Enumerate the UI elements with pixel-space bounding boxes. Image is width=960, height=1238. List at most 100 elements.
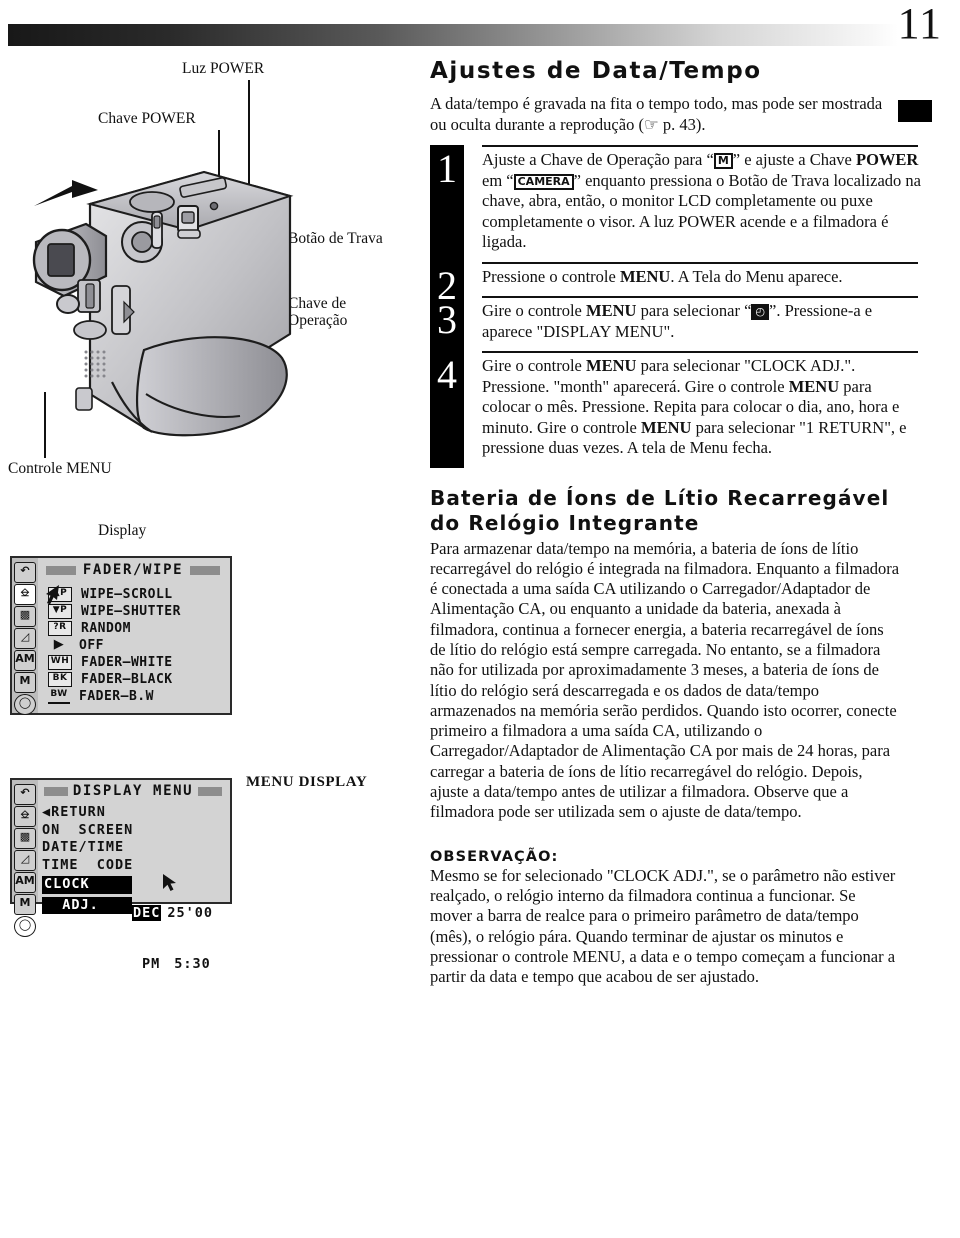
lcd-fader-row-badge: WH bbox=[48, 655, 72, 670]
lcd-display-menu-row: TIME CODE bbox=[42, 856, 134, 873]
video-icon: ◿ bbox=[14, 850, 36, 871]
step1-text-a: Ajuste a Chave de Operação para “ bbox=[482, 150, 714, 169]
step4-bold-menu-1: MENU bbox=[586, 356, 637, 375]
fader-wipe-icon: ⎒ bbox=[14, 584, 36, 605]
camcorder-illustration bbox=[32, 170, 294, 437]
lcd-display-menu-screen: ↶ ⎒ ▩ ◿ AM M ◯ DISPLAY MENU ◀RETURN ON SC… bbox=[10, 778, 232, 972]
lcd-fader-row-label: WIPE–SCROLL bbox=[81, 587, 173, 602]
video-icon: ◿ bbox=[14, 628, 36, 649]
page-title: Ajustes de Data/Tempo bbox=[430, 58, 762, 84]
callout-display: Display bbox=[98, 522, 147, 539]
step-number: 3 bbox=[437, 297, 457, 342]
step2-text-a: Pressione o controle bbox=[482, 266, 620, 286]
lcd-display-menu-rows: ◀RETURN ON SCREEN DATE/TIME TIME CODE bbox=[42, 804, 226, 874]
lcd-fader-row-label: OFF bbox=[79, 638, 104, 653]
lcd-fader-title-text: FADER/WIPE bbox=[82, 562, 184, 578]
camera-icon: ▩ bbox=[14, 606, 36, 627]
step1-text-b: ” e ajuste a Chave bbox=[732, 150, 856, 169]
step1-bold-power: POWER bbox=[856, 150, 919, 169]
clock-time-value: 5:30 bbox=[174, 956, 211, 972]
step-text: Gire o controle MENU para selecionar "CL… bbox=[482, 351, 922, 468]
lcd-fader-row-label: RANDOM bbox=[81, 621, 131, 636]
m-icon: M bbox=[14, 894, 36, 915]
left-illustration-column: Luz POWER Chave POWER Botão de Trava Cha… bbox=[0, 52, 418, 1232]
step3-bold-menu: MENU bbox=[586, 301, 637, 320]
lcd-fader-rows: ▲P WIPE–SCROLL ▼P WIPE–SHUTTER ?R RANDOM ▶ OFF W… bbox=[48, 586, 226, 705]
page-number: 11 bbox=[897, 0, 942, 48]
title-tick-left bbox=[45, 565, 76, 575]
steps-list: 1 Ajuste a Chave de Operação para “M” e … bbox=[430, 145, 928, 468]
step-item: 1 Ajuste a Chave de Operação para “M” e … bbox=[430, 145, 928, 262]
cursor-pointer-icon bbox=[46, 585, 59, 605]
clock-adj-line2: ADJ. bbox=[42, 896, 132, 914]
step2-bold-menu: MENU bbox=[619, 266, 671, 286]
intro-paragraph: A data/tempo é gravada na fita o tempo t… bbox=[430, 94, 883, 134]
step3-text-b: para selecionar “ bbox=[636, 301, 752, 320]
clock-icon: ◯ bbox=[14, 916, 36, 937]
note-body: Mesmo se for selecionado "CLOCK ADJ.", s… bbox=[430, 865, 896, 987]
m-icon: M bbox=[14, 672, 36, 693]
step1-text-c: em “ bbox=[482, 170, 514, 190]
lcd-display-menu-title: DISPLAY MENU bbox=[38, 783, 228, 799]
section-title-battery: Bateria de Íons de Lítio Recarregável do… bbox=[430, 485, 890, 535]
clock-icon: ◯ bbox=[14, 694, 36, 715]
step-divider bbox=[482, 296, 918, 298]
lcd-fader-row: ?R RANDOM bbox=[48, 620, 226, 637]
clock-ampm-value: PM bbox=[142, 956, 161, 972]
clock-adj-line1: CLOCK bbox=[42, 876, 132, 894]
step-item: 4 Gire o controle MENU para selecionar "… bbox=[430, 351, 928, 468]
callout-luz-power: Luz POWER bbox=[182, 60, 265, 77]
clock-menu-icon: ◴ bbox=[751, 304, 770, 320]
step-divider bbox=[482, 351, 918, 353]
title-tick-right bbox=[190, 565, 221, 575]
fader-wipe-icon: ⎒ bbox=[14, 806, 36, 827]
step-item: 2 Pressione o controle MENU. A Tela do M… bbox=[430, 261, 928, 305]
lcd-fader-row-label: WIPE–SHUTTER bbox=[81, 604, 181, 619]
lcd-fader-row: ▲P WIPE–SCROLL bbox=[48, 586, 226, 603]
lcd-icon-rail-fader: ↶ ⎒ ▩ ◿ AM M ◯ bbox=[14, 562, 36, 716]
page-edge-marker bbox=[898, 100, 932, 122]
lcd-fader-row: BW FADER–B.W bbox=[48, 688, 226, 705]
return-icon: ↶ bbox=[14, 562, 36, 583]
lcd-fader-wipe-screen: ↶ ⎒ ▩ ◿ AM M ◯ FADER/WIPE ▲P WIPE–SCROLL ▼… bbox=[10, 556, 232, 715]
lcd-fader-row: ▼P WIPE–SHUTTER bbox=[48, 603, 226, 620]
camera-icon: ▩ bbox=[14, 828, 36, 849]
step-text: Ajuste a Chave de Operação para “M” e aj… bbox=[482, 145, 922, 262]
header-gradient-bar bbox=[8, 24, 898, 46]
lcd-fader-row-badge: BK bbox=[48, 672, 72, 687]
am-icon: AM bbox=[14, 872, 36, 893]
lcd-fader-row-label: FADER–BLACK bbox=[81, 672, 173, 687]
lcd-fader-row: BK FADER–BLACK bbox=[48, 671, 226, 688]
lcd-icon-rail-display: ↶ ⎒ ▩ ◿ AM M ◯ bbox=[14, 784, 36, 938]
am-icon: AM bbox=[14, 650, 36, 671]
step-text: Pressione o controle MENU. A Tela do Men… bbox=[482, 262, 922, 297]
clock-month-value: DEC bbox=[132, 905, 162, 921]
lcd-fader-row-label: FADER–WHITE bbox=[81, 655, 173, 670]
step4-bold-menu-2: MENU bbox=[788, 376, 840, 396]
lcd-display-menu-row: ◀RETURN bbox=[42, 804, 106, 820]
step-number: 4 bbox=[437, 352, 457, 397]
step4-bold-menu-3: MENU bbox=[641, 417, 692, 437]
callout-chave-power: Chave POWER bbox=[98, 110, 196, 127]
step4-text-a: Gire o controle bbox=[482, 356, 587, 375]
cursor-pointer-icon bbox=[163, 874, 176, 891]
note-label: OBSERVAÇÃO: bbox=[430, 848, 559, 865]
lcd-display-menu-title-text: DISPLAY MENU bbox=[72, 783, 194, 799]
m-mode-icon: M bbox=[713, 153, 733, 169]
lcd-fader-row: WH FADER–WHITE bbox=[48, 654, 226, 671]
lcd-fader-title: FADER/WIPE bbox=[38, 562, 228, 578]
step2-text-b: . A Tela do Menu aparece. bbox=[670, 266, 843, 286]
section-body-battery: Para armazenar data/tempo na memória, a … bbox=[430, 538, 900, 822]
return-icon: ↶ bbox=[14, 784, 36, 805]
camera-mode-icon: CAMERA bbox=[513, 173, 574, 190]
step-item: 3 Gire o controle MENU para selecionar “… bbox=[430, 296, 928, 351]
step-number: 1 bbox=[437, 146, 457, 191]
step-text: Gire o controle MENU para selecionar “◴”… bbox=[482, 296, 922, 351]
step3-text-a: Gire o controle bbox=[482, 301, 587, 320]
menu-display-label: MENU DISPLAY bbox=[246, 774, 368, 790]
lcd-fader-row-badge: ▶ bbox=[53, 637, 65, 652]
lcd-fader-row-label: FADER–B.W bbox=[79, 689, 154, 704]
step-divider bbox=[482, 145, 918, 147]
title-tick-left-2 bbox=[43, 786, 68, 796]
lcd-fader-row: ▶ OFF bbox=[48, 637, 226, 654]
